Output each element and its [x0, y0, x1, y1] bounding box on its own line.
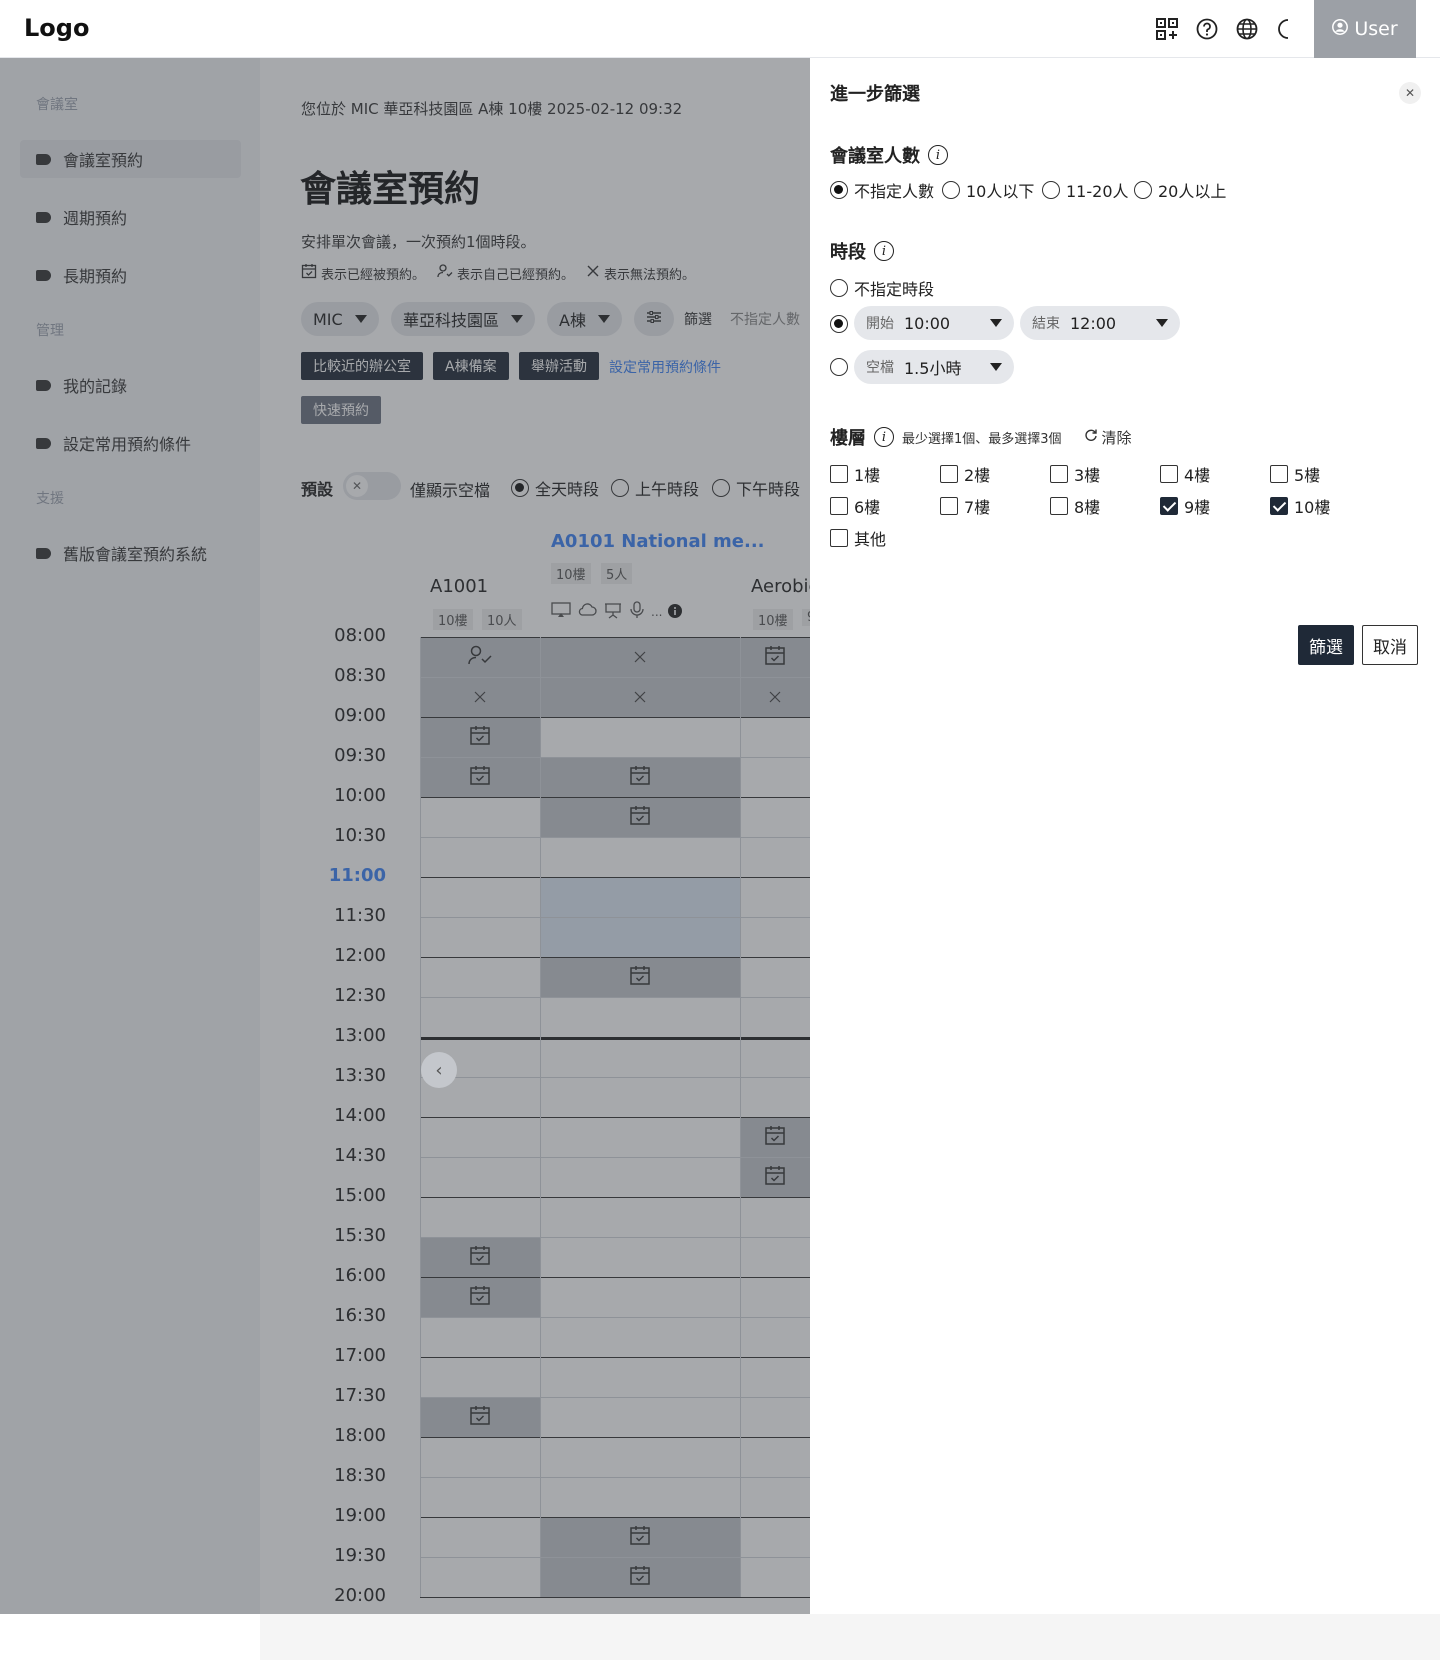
user-icon	[1332, 18, 1349, 40]
capacity-radio-over-20[interactable]: 20人以上	[1134, 178, 1226, 202]
checkbox	[830, 497, 848, 515]
capacity-radio-any[interactable]: 不指定人數	[830, 178, 934, 202]
info-icon[interactable]: i	[874, 241, 894, 261]
floor-checkbox[interactable]: 8樓	[1050, 494, 1100, 518]
free-duration-select[interactable]: 空檔 1.5小時	[854, 350, 1014, 384]
caret-down-icon	[1156, 319, 1168, 327]
refresh-icon	[1084, 428, 1098, 446]
floor-checkbox[interactable]: 6樓	[830, 494, 880, 518]
bottom-strip	[260, 1614, 1440, 1660]
moon-icon[interactable]	[1272, 16, 1298, 42]
caret-down-icon	[990, 363, 1002, 371]
checkbox	[940, 465, 958, 483]
checkbox	[1050, 497, 1068, 515]
capacity-radio-under-10[interactable]: 10人以下	[942, 178, 1034, 202]
floor-checkbox[interactable]: 1樓	[830, 462, 880, 486]
user-menu-button[interactable]: User	[1314, 0, 1416, 58]
info-icon[interactable]: i	[874, 427, 894, 447]
floor-checkbox[interactable]: 7樓	[940, 494, 990, 518]
period-radio-free[interactable]	[830, 358, 848, 376]
qr-code-icon[interactable]	[1154, 16, 1180, 42]
checkbox	[940, 497, 958, 515]
checkbox	[1050, 465, 1068, 483]
radio-selected	[830, 181, 848, 199]
period-section-title: 時段 i	[830, 238, 894, 264]
checkbox-checked	[1270, 497, 1288, 515]
checkbox	[830, 529, 848, 547]
floor-checkbox[interactable]: 5樓	[1270, 462, 1320, 486]
floor-checkbox[interactable]: 10樓	[1270, 494, 1330, 518]
period-radio-range[interactable]	[830, 315, 848, 333]
floor-hint: 最少選擇1個、最多選擇3個	[902, 431, 1062, 447]
info-icon[interactable]: i	[928, 145, 948, 165]
filter-panel: 進一步篩選 ✕ 會議室人數 i 不指定人數 10人以下 11-20人 20人以上 …	[810, 58, 1440, 1614]
floor-checkbox[interactable]: 3樓	[1050, 462, 1100, 486]
top-bar: Logo User	[0, 0, 1440, 58]
chevron-left-icon: ‹	[435, 1059, 443, 1081]
floor-checkbox[interactable]: 4樓	[1160, 462, 1210, 486]
modal-overlay[interactable]	[0, 58, 810, 1614]
checkbox	[1160, 465, 1178, 483]
caret-down-icon	[990, 319, 1002, 327]
cancel-button[interactable]: 取消	[1362, 625, 1418, 665]
checkbox	[1270, 465, 1288, 483]
period-radio-none[interactable]: 不指定時段	[830, 276, 934, 300]
close-icon[interactable]: ✕	[1399, 82, 1421, 104]
help-circle-icon[interactable]	[1194, 16, 1220, 42]
radio-selected	[830, 315, 848, 333]
checkbox	[830, 465, 848, 483]
floor-checkbox[interactable]: 2樓	[940, 462, 990, 486]
submit-filter-button[interactable]: 篩選	[1298, 625, 1354, 665]
capacity-radio-11-20[interactable]: 11-20人	[1042, 178, 1129, 202]
floor-checkbox[interactable]: 其他	[830, 526, 886, 550]
floor-checkbox[interactable]: 9樓	[1160, 494, 1210, 518]
radio	[942, 181, 960, 199]
radio	[1042, 181, 1060, 199]
clear-button[interactable]: 清除	[1084, 427, 1132, 448]
logo[interactable]: Logo	[24, 14, 89, 42]
radio	[830, 358, 848, 376]
scroll-left-button[interactable]: ‹	[421, 1052, 457, 1088]
radio	[1134, 181, 1152, 199]
panel-title: 進一步篩選	[830, 84, 920, 105]
user-label: User	[1354, 18, 1398, 40]
globe-icon[interactable]	[1234, 16, 1260, 42]
floor-section-title: 樓層 i 最少選擇1個、最多選擇3個 清除	[830, 427, 1132, 449]
end-time-select[interactable]: 結束 12:00	[1020, 306, 1180, 340]
capacity-section-title: 會議室人數 i	[830, 142, 948, 168]
start-time-select[interactable]: 開始 10:00	[854, 306, 1014, 340]
checkbox-checked	[1160, 497, 1178, 515]
radio	[830, 279, 848, 297]
